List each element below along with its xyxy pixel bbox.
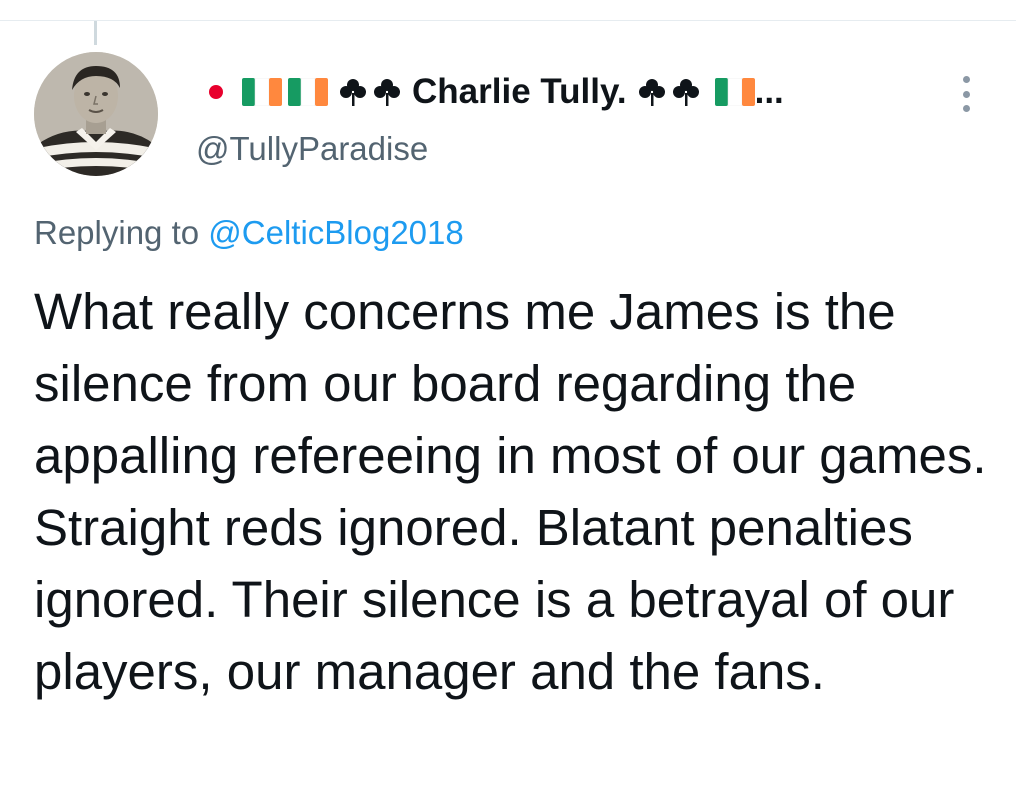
shamrock-icon-group	[635, 77, 703, 107]
shamrock-icon	[340, 79, 366, 106]
ireland-flag-icon	[714, 78, 755, 106]
tweet-body: What really concerns me James is the sil…	[34, 283, 987, 700]
shamrock-icon	[638, 79, 665, 106]
ireland-flag-icon	[242, 78, 282, 106]
ireland-flag-icon	[288, 78, 328, 106]
avatar-photo-icon	[34, 52, 158, 176]
author-handle[interactable]: @TullyParadise	[196, 130, 428, 168]
top-divider	[0, 20, 1016, 21]
name-truncation-ellipsis: ...	[754, 72, 784, 111]
shamrock-icon	[672, 79, 699, 106]
more-dot-icon	[962, 105, 970, 112]
display-name: Charlie Tully.	[412, 72, 627, 111]
replying-to-label: Replying to	[34, 214, 209, 251]
more-dot-icon	[962, 90, 970, 98]
replying-to: Replying to @CelticBlog2018	[34, 214, 464, 252]
thread-connector-line	[94, 21, 97, 45]
shamrock-icon-group	[336, 77, 404, 107]
shamrock-icon	[374, 79, 400, 106]
reply-mention-link[interactable]: @CelticBlog2018	[208, 214, 463, 251]
more-dot-icon	[962, 76, 970, 83]
avatar[interactable]	[34, 52, 158, 176]
more-options-button[interactable]	[952, 76, 980, 112]
japan-flag-icon	[196, 79, 236, 105]
author-name-row[interactable]: Charlie Tully. ...	[196, 72, 784, 112]
